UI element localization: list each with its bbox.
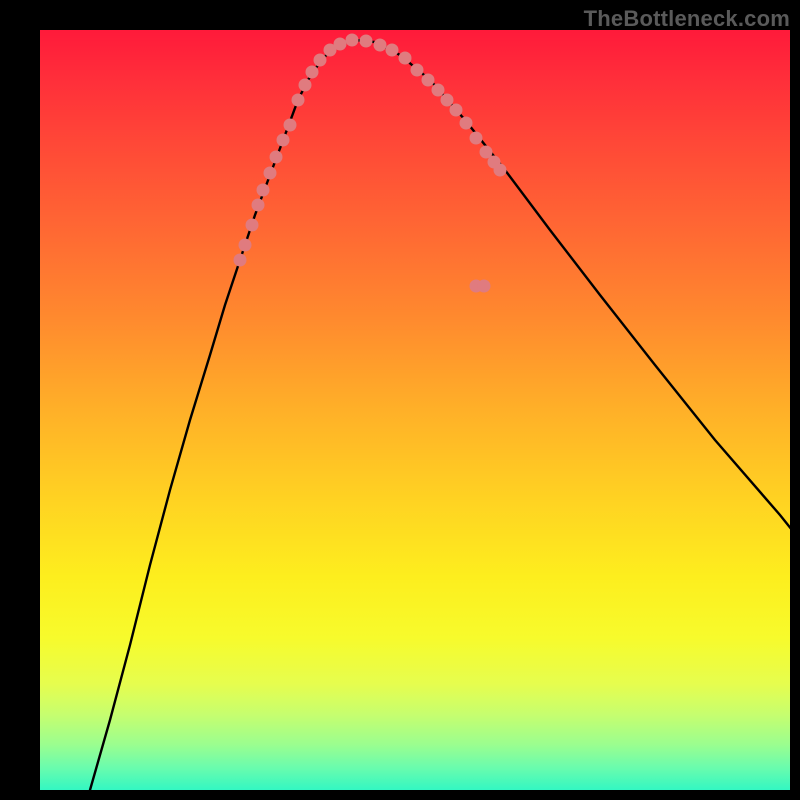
curve-marker — [270, 151, 283, 164]
curve-svg — [40, 30, 790, 790]
curve-marker — [399, 52, 412, 65]
plot-area — [40, 30, 790, 790]
curve-marker — [411, 64, 424, 77]
curve-marker — [441, 94, 454, 107]
curve-marker — [422, 74, 435, 87]
curve-marker — [470, 132, 483, 145]
curve-marker — [460, 117, 473, 130]
curve-marker — [234, 254, 247, 267]
curve-marker — [450, 104, 463, 117]
curve-marker — [360, 35, 373, 48]
curve-markers — [234, 34, 507, 293]
curve-marker — [277, 134, 290, 147]
curve-marker — [334, 38, 347, 51]
curve-marker — [239, 239, 252, 252]
curve-marker — [374, 39, 387, 52]
curve-marker — [246, 219, 259, 232]
curve-marker — [386, 44, 399, 57]
curve-marker — [494, 164, 507, 177]
curve-marker — [432, 84, 445, 97]
watermark-text: TheBottleneck.com — [584, 6, 790, 32]
chart-frame: TheBottleneck.com — [0, 0, 800, 800]
curve-marker — [299, 79, 312, 92]
curve-marker — [264, 167, 277, 180]
curve-marker — [257, 184, 270, 197]
curve-marker — [292, 94, 305, 107]
curve-marker — [314, 54, 327, 67]
curve-marker — [346, 34, 359, 47]
curve-marker — [306, 66, 319, 79]
curve-marker — [284, 119, 297, 132]
bottleneck-curve — [90, 40, 800, 790]
curve-marker — [252, 199, 265, 212]
curve-marker — [478, 280, 491, 293]
